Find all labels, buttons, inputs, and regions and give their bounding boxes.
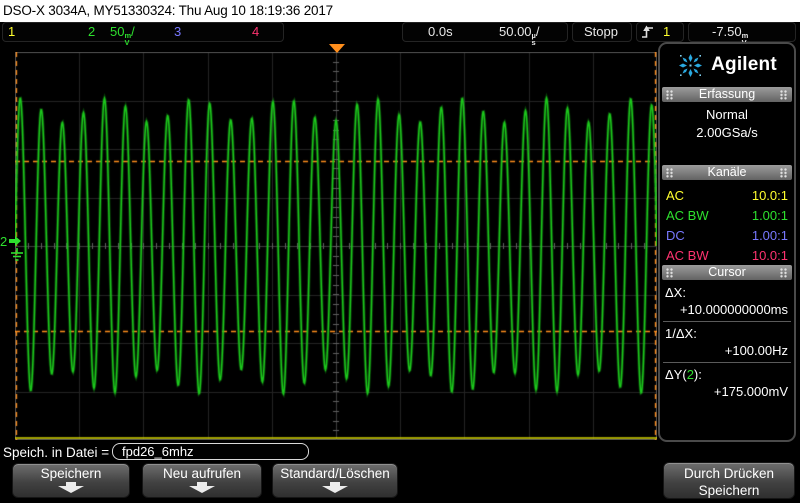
channel3-number[interactable]: 3: [174, 23, 181, 41]
channel4-coupling: AC BW: [666, 248, 709, 263]
divider: [663, 362, 791, 363]
channel3-coupling: DC: [666, 228, 685, 243]
channel1-probe: 10.0:1: [751, 188, 788, 203]
inverse-delta-x-label: 1/ΔX:: [665, 326, 697, 341]
acquisition-section-header: Erfassung: [662, 87, 792, 102]
timebase-value: 50.00: [499, 24, 532, 39]
timebase-readout[interactable]: 50.00 µ s /: [499, 23, 540, 46]
run-state-label: Stopp: [584, 24, 618, 39]
brand-box: Agilent: [663, 47, 791, 83]
channel-status-box: [2, 22, 284, 42]
info-sidebar: Agilent Erfassung Normal 2.00GSa/s Kanäl…: [658, 42, 796, 442]
channel4-number[interactable]: 4: [252, 23, 259, 41]
grip-dots-icon: [666, 90, 674, 100]
cursor-section-header: Cursor: [662, 265, 792, 280]
channel2-scale-value: 50: [110, 24, 125, 39]
filename-input[interactable]: fpd26_6mhz: [112, 443, 309, 460]
acquisition-mode: Normal: [706, 107, 748, 122]
channel1-row: AC 10.0:1: [666, 188, 788, 204]
filename-label: Speich. in Datei =: [3, 445, 110, 460]
divider: [663, 321, 791, 322]
agilent-logo-icon: [679, 53, 703, 77]
trigger-position-marker[interactable]: [329, 44, 345, 53]
channels-section-header: Kanäle: [662, 165, 792, 180]
softkey-save[interactable]: Speichern: [12, 463, 130, 498]
softkey-recall-label: Neu aufrufen: [162, 466, 242, 481]
trigger-slope-icon: [641, 24, 654, 42]
inverse-delta-x-value: +100.00Hz: [724, 343, 788, 358]
channel1-coupling: AC: [666, 188, 685, 203]
channel2-marker-label: 2: [0, 234, 7, 249]
channel2-coupling: AC BW: [666, 208, 709, 223]
channel2-number[interactable]: 2: [88, 23, 95, 41]
channel2-scale[interactable]: 50 m V /: [110, 23, 135, 46]
channel2-scale-suffix: /: [131, 24, 135, 39]
channel1-number[interactable]: 1: [8, 23, 15, 41]
delta-x-label: ΔX:: [665, 285, 686, 300]
softkey-default-erase-label: Standard/Löschen: [280, 466, 390, 481]
horizontal-position-readout[interactable]: 0.0s: [428, 23, 453, 41]
channels-title: Kanäle: [707, 165, 747, 179]
channel4-row: AC BW 10.0:1: [666, 248, 788, 264]
trigger-level-readout[interactable]: -7.50mV: [712, 23, 748, 46]
timebase-suffix: /: [535, 24, 540, 39]
ground-symbol-icon: [11, 248, 23, 261]
delta-x-value: +10.000000000ms: [679, 302, 788, 317]
channel2-ground-marker[interactable]: 2: [0, 228, 30, 270]
channel2-probe: 1.00:1: [751, 208, 788, 223]
grip-dots-icon: [666, 268, 674, 278]
delta-y-label: ΔY(2):: [665, 367, 702, 382]
delta-y-value: +175.000mV: [713, 384, 788, 399]
press-to-save-line1: Durch Drücken: [683, 466, 775, 481]
menu-down-arrow-icon: [58, 482, 84, 493]
timebase-status-box: [402, 22, 568, 42]
sample-rate: 2.00GSa/s: [696, 125, 758, 140]
status-row: 1 2 50 m V/ 3 4 0.0s 50.00 µ s / Stopp 1 -7.5…: [0, 22, 800, 46]
trigger-level-value: -7.50: [712, 24, 742, 39]
press-to-save-button[interactable]: Durch Drücken Speichern: [663, 462, 795, 499]
press-to-save-line2: Speichern: [698, 483, 760, 498]
channel2-row: AC BW 1.00:1: [666, 208, 788, 224]
softkey-default-erase[interactable]: Standard/Löschen: [272, 463, 398, 498]
grip-dots-icon: [780, 90, 788, 100]
grip-dots-icon: [780, 168, 788, 178]
menu-down-arrow-icon: [189, 482, 215, 493]
delta-y-channel: 2: [686, 367, 694, 382]
acquisition-title: Erfassung: [698, 87, 756, 101]
channel3-probe: 1.00:1: [751, 228, 788, 243]
waveform-display: [15, 52, 657, 440]
menu-down-arrow-icon: [322, 482, 348, 493]
grip-dots-icon: [780, 268, 788, 278]
softkey-save-label: Speichern: [40, 466, 102, 481]
instrument-titlebar: DSO-X 3034A, MY51330324: Thu Aug 10 18:1…: [0, 0, 800, 22]
brand-name: Agilent: [711, 54, 777, 75]
channel3-row: DC 1.00:1: [666, 228, 788, 244]
trigger-source-readout[interactable]: 1: [663, 23, 670, 41]
softkey-recall[interactable]: Neu aufrufen: [142, 463, 262, 498]
channel4-probe: 10.0:1: [751, 248, 788, 263]
cursor-title: Cursor: [708, 265, 746, 279]
grip-dots-icon: [666, 168, 674, 178]
